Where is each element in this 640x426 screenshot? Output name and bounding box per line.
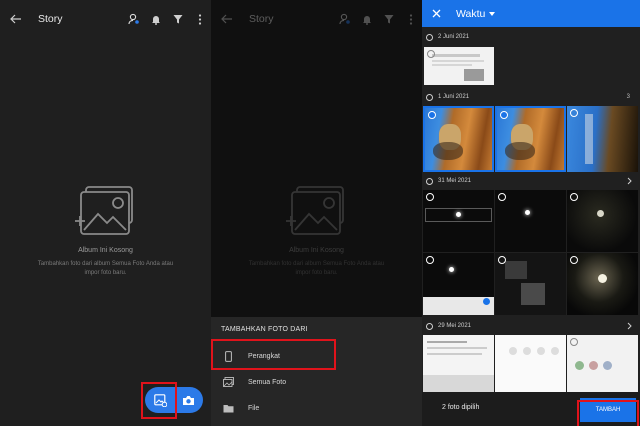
empty-description: Tambahkan foto dari album Semua Foto And…	[37, 261, 174, 276]
bell-icon	[152, 15, 160, 25]
people-button[interactable]	[123, 0, 145, 38]
scrim[interactable]	[211, 0, 422, 317]
select-radio[interactable]	[426, 33, 433, 41]
camera-button[interactable]	[178, 390, 198, 410]
date-section-header[interactable]: 29 Mei 2021	[422, 319, 640, 333]
photo-thumbnail[interactable]	[423, 190, 494, 252]
section-date: 2 Juni 2021	[438, 34, 470, 40]
photo-thumbnail[interactable]	[423, 106, 494, 172]
photo-thumbnail[interactable]	[567, 253, 638, 315]
photo-thumbnail[interactable]	[495, 253, 566, 315]
dropdown-icon[interactable]	[489, 11, 496, 16]
source-file-label: File	[248, 404, 260, 412]
more-menu-button[interactable]	[189, 0, 211, 38]
add-source-screen: Story Album Ini Kosong Tambahkan foto da…	[211, 0, 422, 426]
top-bar: Story	[0, 0, 211, 38]
photo-thumbnail[interactable]	[567, 106, 638, 172]
people-search-icon	[128, 13, 139, 25]
photo-thumbnail[interactable]	[424, 47, 494, 85]
select-radio[interactable]	[426, 322, 433, 330]
date-section-header[interactable]: 1 Juni 2021 3	[422, 90, 640, 104]
select-radio[interactable]	[570, 338, 578, 346]
back-arrow-icon	[10, 14, 21, 24]
notifications-button[interactable]	[145, 0, 167, 38]
view-mode-label[interactable]: Waktu	[456, 8, 485, 20]
photo-grid: 2 Juni 2021 1 Juni 2021 3 31 Mei 2021 29…	[422, 27, 640, 392]
source-file[interactable]: File	[211, 395, 422, 421]
select-radio[interactable]	[570, 193, 578, 201]
select-radio[interactable]	[426, 177, 433, 185]
photo-thumbnail[interactable]	[495, 335, 566, 392]
folder-icon	[220, 404, 236, 413]
photos-icon	[220, 377, 236, 387]
select-radio[interactable]	[426, 193, 434, 201]
photo-thumbnail[interactable]	[495, 106, 566, 172]
section-date: 29 Mei 2021	[438, 323, 472, 329]
selected-check[interactable]	[500, 111, 508, 119]
section-count: 3	[626, 94, 630, 100]
photo-picker-screen: Waktu 2 Juni 2021 1 Juni 2021 3 31 Mei 2…	[422, 0, 640, 426]
select-radio[interactable]	[570, 256, 578, 264]
chevron-right-icon[interactable]	[627, 322, 632, 330]
selected-check[interactable]	[428, 111, 436, 119]
date-section-header[interactable]: 31 Mei 2021	[422, 174, 640, 188]
add-photos-icon	[74, 186, 133, 235]
select-radio[interactable]	[498, 256, 506, 264]
photo-thumbnail[interactable]	[423, 253, 494, 315]
highlight-box	[211, 339, 336, 370]
select-radio[interactable]	[426, 93, 433, 101]
sheet-header: TAMBAHKAN FOTO DARI	[221, 326, 308, 333]
filter-button[interactable]	[167, 0, 189, 38]
source-all-photos-label: Semua Foto	[248, 378, 287, 386]
page-title: Story	[38, 13, 63, 25]
section-date: 1 Juni 2021	[438, 94, 470, 100]
chevron-right-icon[interactable]	[627, 177, 632, 185]
filter-icon	[173, 15, 183, 24]
back-button[interactable]	[2, 0, 30, 38]
photo-thumbnail[interactable]	[567, 190, 638, 252]
empty-title: Album Ini Kosong	[78, 247, 133, 254]
date-section-header[interactable]: 2 Juni 2021	[422, 30, 640, 44]
photo-thumbnail[interactable]	[495, 190, 566, 252]
selected-count: 2 foto dipilih	[442, 404, 480, 411]
picker-top-bar: Waktu	[422, 0, 640, 27]
empty-state: Album Ini Kosong Tambahkan foto dari alb…	[0, 186, 211, 278]
camera-icon	[182, 395, 194, 405]
album-screen: Story Album Ini Kosong Tambahkan foto da…	[0, 0, 211, 426]
select-radio[interactable]	[426, 256, 434, 264]
close-button[interactable]	[424, 9, 448, 18]
highlight-box	[577, 400, 639, 426]
select-radio[interactable]	[498, 193, 506, 201]
add-source-sheet: TAMBAHKAN FOTO DARI Perangkat Semua Foto…	[211, 317, 422, 426]
section-date: 31 Mei 2021	[438, 178, 472, 184]
more-vert-icon	[198, 13, 202, 25]
select-radio[interactable]	[427, 50, 435, 58]
select-radio[interactable]	[570, 109, 578, 117]
source-all-photos[interactable]: Semua Foto	[211, 369, 422, 395]
highlight-box	[141, 382, 177, 419]
photo-thumbnail[interactable]	[423, 335, 494, 392]
close-icon	[432, 9, 440, 18]
photo-thumbnail[interactable]	[567, 335, 638, 392]
